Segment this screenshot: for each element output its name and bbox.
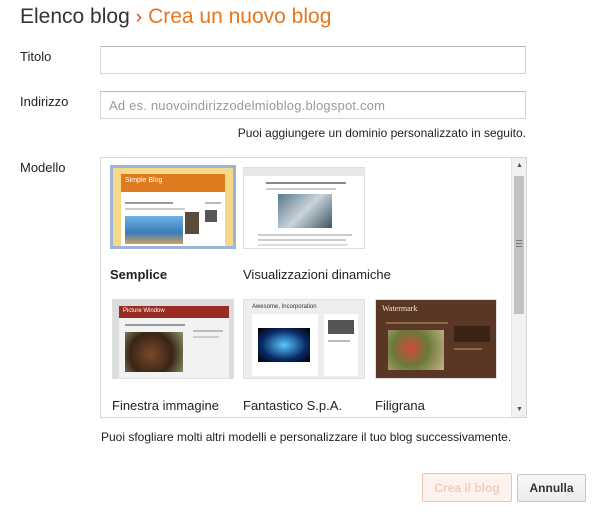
thumb-title-simple: Simple Blog bbox=[125, 177, 163, 184]
template-tile-picture-window[interactable]: Picture Window Finestra immagine bbox=[112, 299, 242, 417]
breadcrumb-blog-list[interactable]: Elenco blog bbox=[20, 5, 130, 28]
template-tile-watermark[interactable]: Watermark Filigrana bbox=[375, 299, 505, 417]
template-thumbnail-dynamic-views bbox=[243, 167, 365, 249]
template-thumbnail-picture-window: Picture Window bbox=[112, 299, 234, 379]
title-label: Titolo bbox=[20, 49, 52, 64]
address-hint: Puoi aggiungere un dominio personalizzat… bbox=[237, 126, 526, 140]
template-name-picture-window: Finestra immagine bbox=[112, 398, 219, 413]
page-header: Elenco blog › Crea un nuovo blog bbox=[20, 5, 331, 29]
address-label: Indirizzo bbox=[20, 94, 69, 109]
thumb-title-awesome-inc: Awesome, Incorporation bbox=[252, 304, 317, 310]
scrollbar-thumb[interactable] bbox=[514, 176, 524, 314]
template-picker: Simple Blog Semplice Visualizzazioni din… bbox=[100, 157, 527, 418]
scroll-grip-line bbox=[516, 243, 522, 244]
template-tile-dynamic-views[interactable]: Visualizzazioni dinamiche bbox=[243, 167, 393, 287]
template-tile-awesome-inc[interactable]: Awesome, Incorporation Fantastico S.p.A. bbox=[243, 299, 373, 417]
template-scrollbar[interactable]: ▲ ▼ bbox=[511, 158, 526, 417]
template-name-watermark: Filigrana bbox=[375, 398, 425, 413]
template-label: Modello bbox=[20, 160, 66, 175]
template-thumbnail-awesome-inc: Awesome, Incorporation bbox=[243, 299, 365, 379]
cancel-button[interactable]: Annulla bbox=[517, 474, 586, 502]
thumb-title-picture-window: Picture Window bbox=[123, 308, 165, 314]
template-name-simple: Semplice bbox=[110, 267, 168, 282]
address-input[interactable] bbox=[100, 91, 526, 119]
create-blog-button[interactable]: Crea il blog bbox=[422, 473, 512, 502]
title-input[interactable] bbox=[100, 46, 526, 74]
thumb-title-watermark: Watermark bbox=[382, 304, 418, 313]
page-title: Crea un nuovo blog bbox=[148, 5, 332, 28]
triangle-down-icon[interactable]: ▼ bbox=[512, 402, 526, 417]
scroll-grip-line bbox=[516, 246, 522, 247]
template-thumbnail-watermark: Watermark bbox=[375, 299, 497, 379]
triangle-up-icon[interactable]: ▲ bbox=[512, 158, 526, 173]
template-tile-simple[interactable]: Simple Blog Semplice bbox=[110, 165, 236, 285]
scroll-grip-line bbox=[516, 240, 522, 241]
template-thumbnail-simple: Simple Blog bbox=[110, 165, 236, 249]
template-name-awesome-inc: Fantastico S.p.A. bbox=[243, 398, 342, 413]
template-name-dynamic-views: Visualizzazioni dinamiche bbox=[243, 267, 391, 282]
template-hint: Puoi sfogliare molti altri modelli e per… bbox=[101, 430, 512, 444]
breadcrumb-separator: › bbox=[135, 7, 143, 28]
